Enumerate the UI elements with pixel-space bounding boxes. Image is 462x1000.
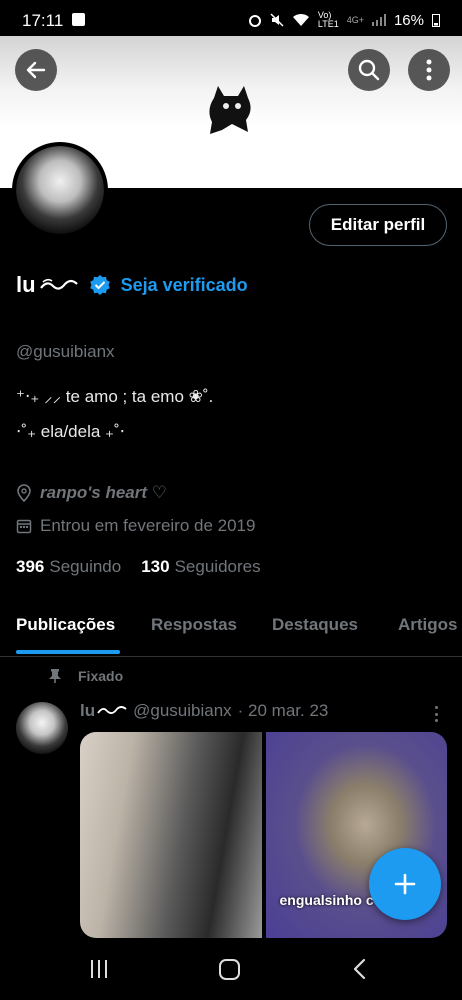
following-count: 396 bbox=[16, 557, 45, 576]
recents-bar-icon bbox=[98, 960, 100, 978]
search-button[interactable] bbox=[348, 49, 390, 91]
status-icons: Vo) LTE1 4G+ 16% bbox=[248, 11, 440, 29]
battery-icon bbox=[432, 14, 440, 27]
alarm-icon bbox=[248, 15, 261, 27]
media-caption: engualsinho c bbox=[279, 892, 374, 908]
joined-text: Entrou em fevereiro de 2019 bbox=[40, 516, 256, 535]
status-time: 17:11 bbox=[22, 11, 64, 30]
post-author-avatar[interactable] bbox=[16, 702, 68, 754]
post-author-name[interactable]: lu bbox=[80, 701, 127, 721]
wave-emoji-icon bbox=[39, 278, 78, 290]
post-date[interactable]: · 20 mar. 23 bbox=[238, 701, 329, 721]
edit-profile-button[interactable]: Editar perfil bbox=[309, 204, 447, 246]
pin-icon bbox=[49, 669, 61, 683]
system-back-icon[interactable] bbox=[352, 958, 366, 980]
wifi-icon bbox=[292, 13, 309, 26]
signal-icon bbox=[371, 14, 386, 26]
recents-bar-icon bbox=[91, 960, 93, 978]
home-button[interactable] bbox=[219, 959, 240, 980]
cat-banner-image bbox=[209, 86, 251, 134]
tab-destaques[interactable]: Destaques bbox=[272, 615, 358, 635]
bio-line-1: ⁺‧₊ ⸝⸝ te amo ; ta emo ❀˚. bbox=[16, 387, 214, 406]
tab-artigos[interactable]: Artigos bbox=[398, 615, 458, 635]
following-label: Seguindo bbox=[49, 557, 122, 576]
location-pin-icon bbox=[17, 484, 31, 502]
verified-badge-icon[interactable] bbox=[89, 274, 111, 296]
plus-icon bbox=[394, 873, 416, 895]
volte-indicator: Vo) LTE1 bbox=[318, 11, 339, 29]
post-more-button[interactable] bbox=[430, 704, 442, 724]
profile-handle: @gusuibianx bbox=[16, 342, 115, 361]
system-nav-bar bbox=[0, 938, 462, 1000]
media-image-1[interactable] bbox=[80, 732, 262, 938]
followers-label: Seguidores bbox=[174, 557, 261, 576]
mute-icon bbox=[270, 13, 284, 27]
recents-bar-icon bbox=[105, 960, 107, 978]
more-vertical-icon bbox=[426, 59, 432, 81]
pinned-label: Fixado bbox=[78, 668, 124, 684]
display-name-text: lu bbox=[16, 272, 36, 297]
dot-icon bbox=[434, 719, 438, 722]
status-bar: 17:11 Vo) LTE1 4G+ 16% bbox=[0, 0, 462, 40]
avatar-image bbox=[16, 146, 104, 234]
recents-button[interactable] bbox=[91, 960, 107, 978]
tab-publicacoes[interactable]: Publicações bbox=[16, 615, 115, 635]
active-tab-indicator bbox=[16, 650, 120, 654]
search-icon bbox=[358, 59, 380, 81]
compose-button[interactable] bbox=[369, 848, 441, 920]
get-verified-link[interactable]: Seja verificado bbox=[121, 275, 248, 296]
follow-stats: 396 Seguindo 130 Seguidores bbox=[16, 557, 261, 577]
post-author-handle[interactable]: @gusuibianx bbox=[133, 701, 232, 721]
calendar-icon bbox=[16, 519, 32, 534]
profile-avatar[interactable] bbox=[12, 142, 108, 238]
location-text: ranpo's heart ♡ bbox=[40, 483, 167, 502]
tab-respostas[interactable]: Respostas bbox=[151, 615, 237, 635]
volte-bottom: LTE1 bbox=[317, 19, 339, 29]
pinned-indicator: Fixado bbox=[48, 668, 123, 684]
followers-link[interactable]: 130 Seguidores bbox=[141, 557, 260, 577]
battery-level: 16% bbox=[393, 11, 424, 29]
profile-name-row: lu Seja verificado bbox=[16, 272, 248, 298]
wave-emoji-icon bbox=[97, 706, 127, 714]
post-header: lu @gusuibianx · 20 mar. 23 bbox=[80, 701, 328, 721]
arrow-left-icon bbox=[26, 61, 46, 79]
display-name: lu bbox=[16, 272, 79, 298]
notification-icon bbox=[72, 13, 85, 26]
followers-count: 130 bbox=[141, 557, 170, 576]
location-row: ranpo's heart ♡ bbox=[16, 483, 167, 503]
back-button[interactable] bbox=[15, 49, 57, 91]
dot-icon bbox=[434, 712, 438, 716]
bio-line-2: ⋅˚₊ ela/dela ₊˚⋅ bbox=[16, 422, 126, 441]
post-author-text: lu bbox=[80, 701, 96, 720]
joined-row: Entrou em fevereiro de 2019 bbox=[16, 516, 255, 536]
dot-icon bbox=[434, 706, 438, 709]
profile-tabs: Publicações Respostas Destaques Artigos bbox=[0, 605, 462, 657]
network-type: 4G+ bbox=[346, 14, 364, 25]
following-link[interactable]: 396 Seguindo bbox=[16, 557, 121, 577]
more-options-button[interactable] bbox=[408, 49, 450, 91]
